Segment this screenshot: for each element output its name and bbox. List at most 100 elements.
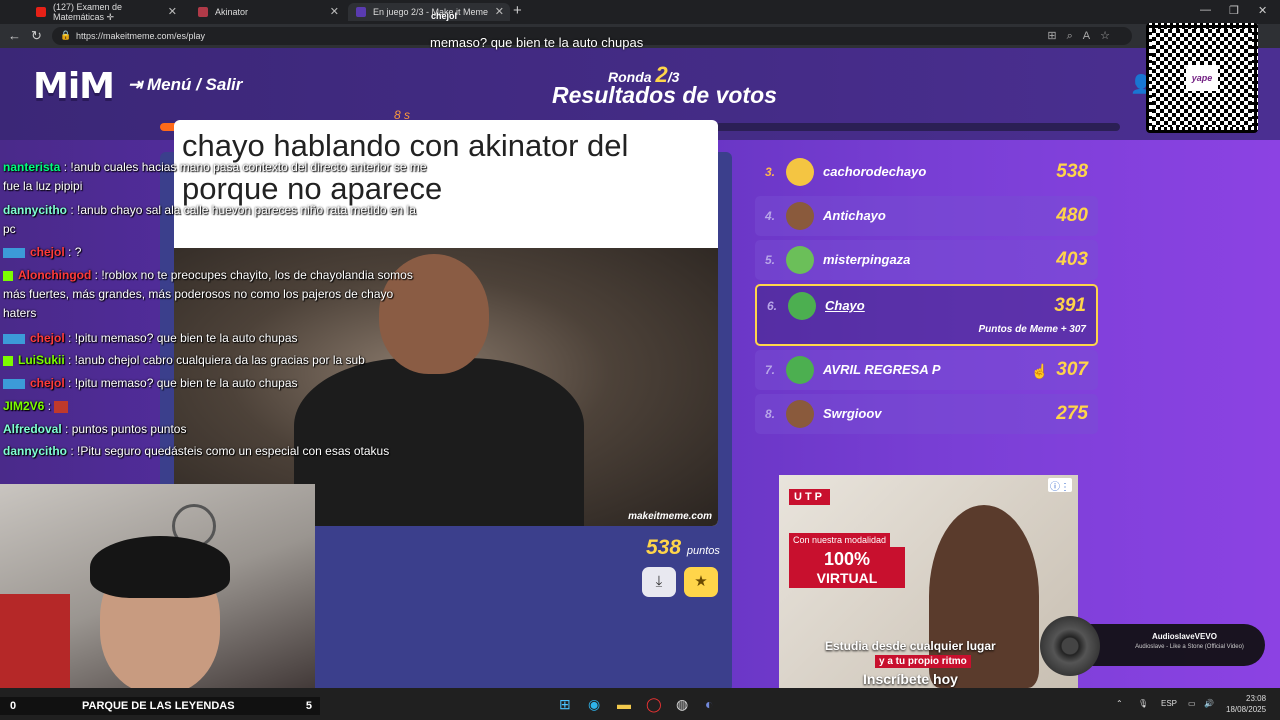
chat-user: chejol xyxy=(30,245,65,259)
language-indicator[interactable]: ESP xyxy=(1161,699,1177,708)
close-icon[interactable]: ✕ xyxy=(168,5,177,18)
badge-icon xyxy=(3,270,13,281)
chat-user: dannycitho xyxy=(3,444,68,458)
player-score: 538 xyxy=(1056,161,1088,182)
player-name[interactable]: Chayo xyxy=(825,298,865,313)
scorebar-title: PARQUE DE LAS LEYENDAS xyxy=(82,700,235,712)
ad-line3: VIRTUAL xyxy=(816,570,878,586)
mouse-cursor-icon: ☝ xyxy=(1031,363,1049,379)
music-widget: AudioslaveVEVO Audioslave - Like a Stone… xyxy=(1040,616,1265,676)
star-icon: ★ xyxy=(694,573,708,590)
chat-text: : puntos puntos puntos xyxy=(61,422,187,436)
mim-logo[interactable]: MiM xyxy=(33,66,115,107)
avatar xyxy=(786,202,814,230)
back-icon[interactable]: ← xyxy=(8,28,21,43)
rank: 5. xyxy=(765,253,776,267)
edge-icon[interactable]: ◉ xyxy=(588,696,600,713)
chat-text: : !anub cuales hacias mano pasa contexto… xyxy=(3,160,427,193)
close-window-icon[interactable]: ✕ xyxy=(1258,4,1267,17)
minimize-icon[interactable]: — xyxy=(1200,4,1211,16)
ad-cta2: y a tu propio ritmo xyxy=(875,655,971,668)
url-text: https://makeitmeme.com/es/play xyxy=(76,31,206,41)
address-bar-icons[interactable]: ⊞⌕A☆ xyxy=(1047,29,1120,43)
ad-headline: 100% VIRTUAL xyxy=(789,547,905,588)
tab-title: Akinator xyxy=(215,7,249,17)
rank: 6. xyxy=(767,299,778,313)
file-explorer-icon[interactable]: ▬ xyxy=(617,696,631,712)
taskbar-clock[interactable]: 23:08 18/08/2025 xyxy=(1226,693,1266,715)
tab-youtube[interactable]: (127) Examen de Matemáticas ✛ ✕ xyxy=(28,2,183,22)
scoreboard-row: 8. Swrgioov 275 xyxy=(755,394,1098,434)
avatar xyxy=(788,292,816,320)
menu-exit-button[interactable]: ⇥ Menú / Salir xyxy=(128,75,242,95)
tab-make-it-meme[interactable]: En juego 2/3 - Make it Meme ✕ xyxy=(348,3,510,21)
player-name: Antichayo xyxy=(823,208,886,223)
opera-icon[interactable]: ◯ xyxy=(646,696,662,713)
player-name: misterpingaza xyxy=(823,252,911,267)
clock-time: 23:08 xyxy=(1246,694,1267,703)
meme-watermark: makeitmeme.com xyxy=(628,511,712,522)
chat-user: LuiSukii xyxy=(18,353,65,367)
chat-message: nanterista : !anub cuales hacias mano pa… xyxy=(3,158,428,196)
close-icon[interactable]: ✕ xyxy=(495,5,504,18)
sub-badge-icon xyxy=(3,247,25,258)
chat-message: dannycitho : !Pitu seguro quedásteis com… xyxy=(3,442,428,461)
chat-user: dannycitho xyxy=(3,203,68,217)
yape-logo: yape xyxy=(1186,65,1218,91)
badge-icon xyxy=(3,355,13,366)
close-icon[interactable]: ✕ xyxy=(330,5,339,18)
player-name: Swrgioov xyxy=(823,406,882,421)
meme-points-gain: Puntos de Meme + 307 xyxy=(978,324,1086,335)
avatar xyxy=(786,400,814,428)
scorebar-overlay: 0 PARQUE DE LAS LEYENDAS 5 xyxy=(0,697,320,715)
mic-icon[interactable]: 🎙 xyxy=(1138,699,1148,708)
chat-user: Alfredoval xyxy=(3,422,62,436)
player-score: 275 xyxy=(1056,403,1088,424)
ad-brand: UTP xyxy=(789,489,830,505)
mim-icon xyxy=(356,7,366,17)
scoreboard-row: 5. misterpingaza 403 xyxy=(755,240,1098,280)
tab-akinator[interactable]: Akinator ✕ xyxy=(190,3,345,21)
player-name: AVRIL REGRESA P xyxy=(823,362,941,377)
chat-message: chejol : ? xyxy=(3,243,428,262)
windows-start-icon[interactable]: ⊞ xyxy=(559,696,571,713)
discord-icon[interactable]: ◐ xyxy=(705,696,713,712)
speaker-icon[interactable]: 🔊 xyxy=(1204,699,1214,708)
scorebar-right: 5 xyxy=(305,700,312,712)
emote-icon xyxy=(54,400,69,413)
refresh-icon[interactable]: ↻ xyxy=(31,28,42,44)
ad-line1: Con nuestra modalidad xyxy=(789,533,891,547)
rank: 3. xyxy=(765,165,776,179)
album-disc-icon xyxy=(1040,616,1100,676)
favorite-button[interactable]: ★ xyxy=(684,567,718,597)
chat-message: JIM2V6 : xyxy=(3,397,428,416)
chat-text: : xyxy=(44,399,55,413)
ad-info-icon[interactable]: ⓘ⋮ xyxy=(1048,478,1072,493)
scoreboard-row-highlighted: 6. Chayo 391 Puntos de Meme + 307 xyxy=(755,284,1098,346)
chat-user: chejol xyxy=(30,331,65,345)
scoreboard-row: 4. Antichayo 480 xyxy=(755,196,1098,236)
meme-points: 538 puntos xyxy=(646,536,720,560)
avatar xyxy=(786,158,814,186)
monitor-icon[interactable]: ▭ xyxy=(1188,699,1196,708)
clock-date: 18/08/2025 xyxy=(1226,705,1267,714)
download-button[interactable]: ⤓ xyxy=(642,567,676,597)
chat-user: nanterista xyxy=(3,160,61,174)
obs-icon[interactable]: ◍ xyxy=(676,696,688,713)
tray-chevron-icon[interactable]: ⌃ xyxy=(1116,699,1123,708)
youtube-icon xyxy=(36,7,46,17)
chat-user: JIM2V6 xyxy=(3,399,45,413)
restore-icon[interactable]: ❐ xyxy=(1229,4,1239,17)
rank: 4. xyxy=(765,209,776,223)
ad-cta3: Inscríbete hoy xyxy=(863,671,958,687)
advertisement[interactable]: UTP ⓘ⋮ Con nuestra modalidad 100% VIRTUA… xyxy=(779,475,1078,688)
chat-user: Alonchingod xyxy=(18,268,92,282)
gaming-chair xyxy=(0,594,70,698)
chat-text: : ? xyxy=(64,245,82,259)
avatar xyxy=(786,246,814,274)
akinator-icon xyxy=(198,7,208,17)
points-label: puntos xyxy=(686,545,720,557)
chat-text: : !anub chejol cabro cualquiera da las g… xyxy=(64,353,365,367)
new-tab-button[interactable]: + xyxy=(513,2,522,19)
page-title: Resultados de votos xyxy=(552,82,777,108)
